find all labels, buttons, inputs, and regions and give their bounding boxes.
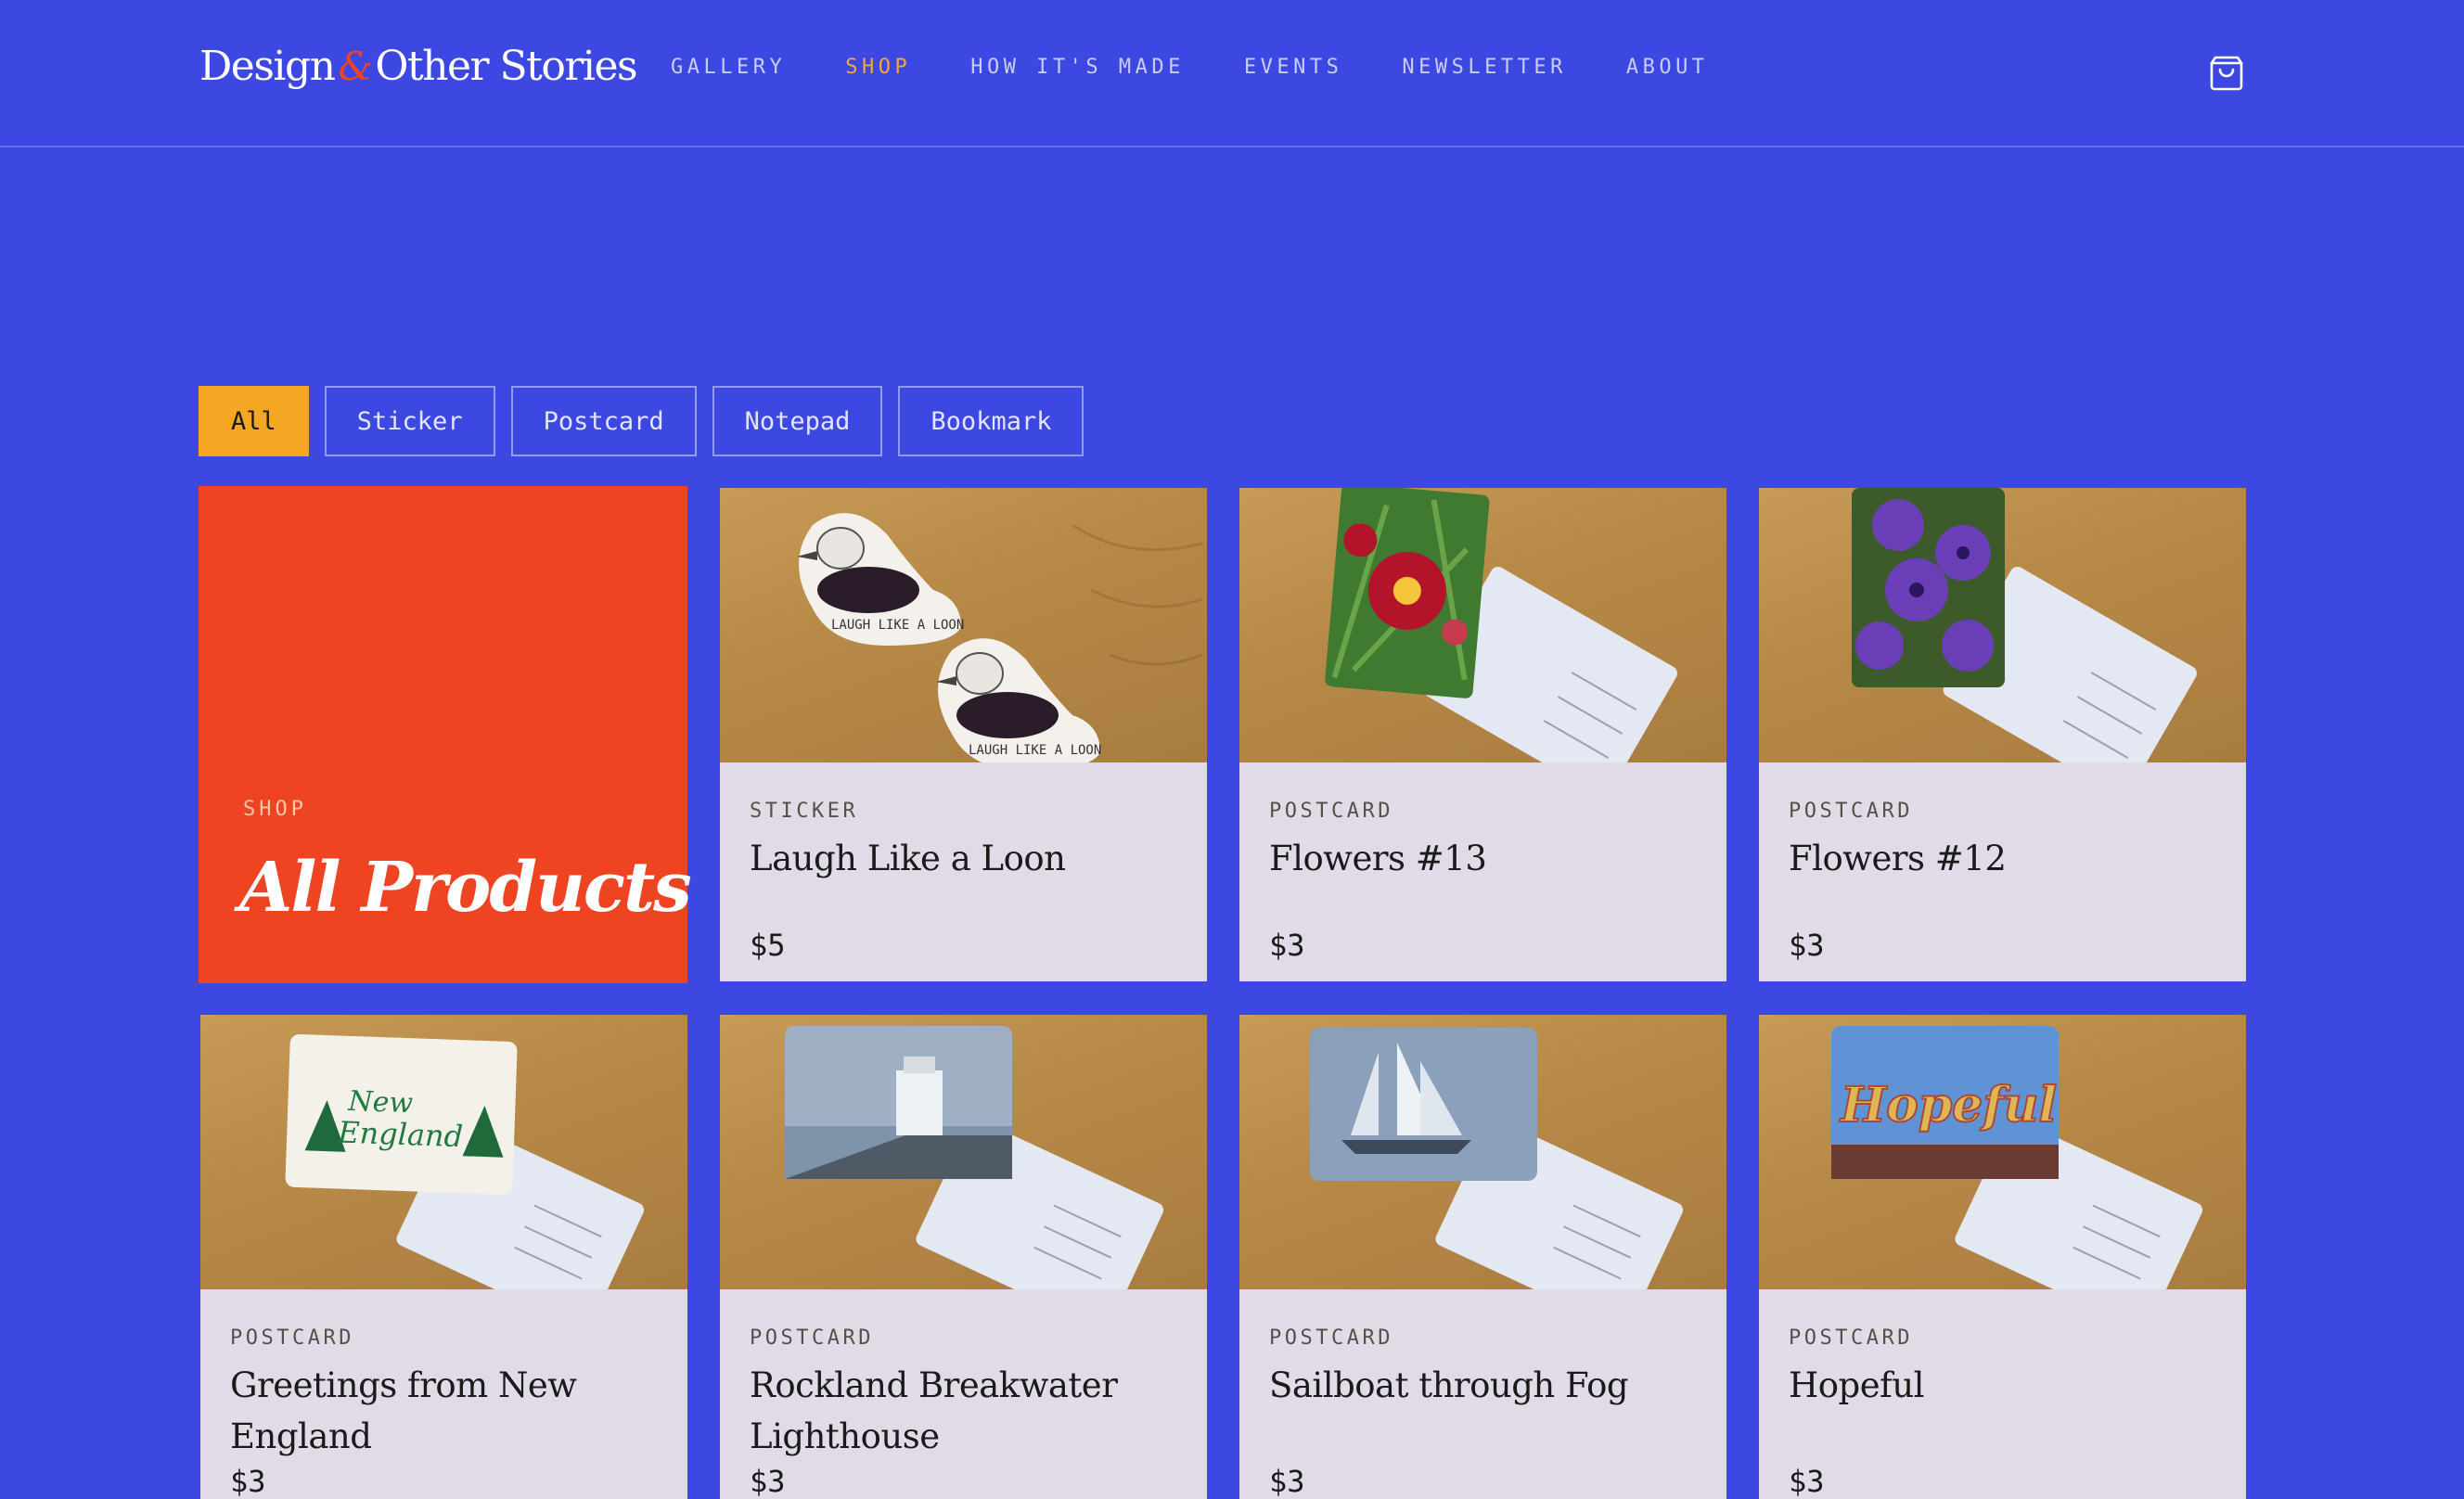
nav-newsletter[interactable]: NEWSLETTER xyxy=(1402,56,1566,79)
filter-notepad[interactable]: Notepad xyxy=(712,386,883,456)
product-price: $3 xyxy=(750,1464,786,1499)
product-category: POSTCARD xyxy=(1269,1326,1393,1350)
filter-postcard[interactable]: Postcard xyxy=(510,386,697,456)
lighthouse-postcard-image xyxy=(720,1015,1207,1289)
filter-all[interactable]: All xyxy=(199,386,309,456)
product-card[interactable]: POSTCARD Sailboat through Fog $3 xyxy=(1239,1015,1726,1499)
nav-shop[interactable]: SHOP xyxy=(845,56,911,79)
svg-text:LAUGH LIKE A LOON: LAUGH LIKE A LOON xyxy=(969,743,1101,758)
product-category: POSTCARD xyxy=(230,1326,354,1350)
site-header: Design & Other Stories GALLERY SHOP HOW … xyxy=(0,0,2464,147)
shopping-bag-icon[interactable] xyxy=(2206,52,2247,93)
product-category: POSTCARD xyxy=(750,1326,874,1350)
product-name[interactable]: Greetings from New England xyxy=(230,1360,666,1462)
nav-events[interactable]: EVENTS xyxy=(1244,56,1342,79)
product-name[interactable]: Sailboat through Fog xyxy=(1269,1360,1705,1411)
product-card[interactable]: New England POSTCARD Greetings from New … xyxy=(200,1015,687,1499)
filter-bookmark[interactable]: Bookmark xyxy=(898,386,1084,456)
product-price: $3 xyxy=(1269,928,1305,963)
product-name[interactable]: Flowers #13 xyxy=(1269,833,1705,884)
loon-stickers-image: LAUGH LIKE A LOON LAUGH LIKE A LOON xyxy=(720,488,1207,762)
hero-eyebrow: SHOP xyxy=(243,798,307,821)
product-name[interactable]: Hopeful xyxy=(1789,1360,2225,1411)
product-card[interactable]: LAUGH LIKE A LOON LAUGH LIKE A LOON STIC… xyxy=(720,488,1207,981)
category-filters: All Sticker Postcard Notepad Bookmark xyxy=(199,386,1084,456)
product-card[interactable]: POSTCARD Rockland Breakwater Lighthouse … xyxy=(720,1015,1207,1499)
product-name[interactable]: Rockland Breakwater Lighthouse xyxy=(750,1360,1186,1462)
nav-gallery[interactable]: GALLERY xyxy=(671,56,786,79)
product-price: $3 xyxy=(1789,1464,1825,1499)
brand-name-part1: Design xyxy=(199,43,336,90)
product-price: $3 xyxy=(1789,928,1825,963)
svg-text:Hopeful: Hopeful xyxy=(1839,1077,2057,1134)
product-price: $5 xyxy=(750,928,786,963)
product-category: POSTCARD xyxy=(1789,800,1913,823)
product-category: POSTCARD xyxy=(1789,1326,1913,1350)
sailboat-postcard-image xyxy=(1239,1015,1726,1289)
svg-text:LAUGH LIKE A LOON: LAUGH LIKE A LOON xyxy=(831,618,964,633)
product-price: $3 xyxy=(1269,1464,1305,1499)
red-lily-postcard-image xyxy=(1239,488,1726,762)
product-name[interactable]: Laugh Like a Loon xyxy=(750,833,1186,884)
nav-how-its-made[interactable]: HOW IT'S MADE xyxy=(970,56,1185,79)
product-price: $3 xyxy=(230,1464,266,1499)
brand-name-part2: Other Stories xyxy=(375,43,637,90)
new-england-postcard-image: New England xyxy=(200,1015,687,1289)
product-card[interactable]: Hopeful POSTCARD Hopeful $3 xyxy=(1759,1015,2246,1499)
shop-hero-tile: SHOP All Products xyxy=(199,486,692,983)
svg-text:England: England xyxy=(337,1115,464,1155)
product-name[interactable]: Flowers #12 xyxy=(1789,833,2225,884)
brand-logo[interactable]: Design & Other Stories xyxy=(199,43,638,108)
nav-about[interactable]: ABOUT xyxy=(1626,56,1709,79)
product-category: POSTCARD xyxy=(1269,800,1393,823)
product-card[interactable]: POSTCARD Flowers #12 $3 xyxy=(1759,488,2246,981)
main-nav: GALLERY SHOP HOW IT'S MADE EVENTS NEWSLE… xyxy=(671,56,1768,79)
hopeful-sign-postcard-image: Hopeful xyxy=(1759,1015,2246,1289)
product-category: STICKER xyxy=(750,800,859,823)
brand-ampersand: & xyxy=(338,44,372,89)
purple-petunia-postcard-image xyxy=(1759,488,2246,762)
product-card[interactable]: POSTCARD Flowers #13 $3 xyxy=(1239,488,1726,981)
filter-sticker[interactable]: Sticker xyxy=(324,386,495,456)
hero-title: All Products xyxy=(239,848,692,928)
